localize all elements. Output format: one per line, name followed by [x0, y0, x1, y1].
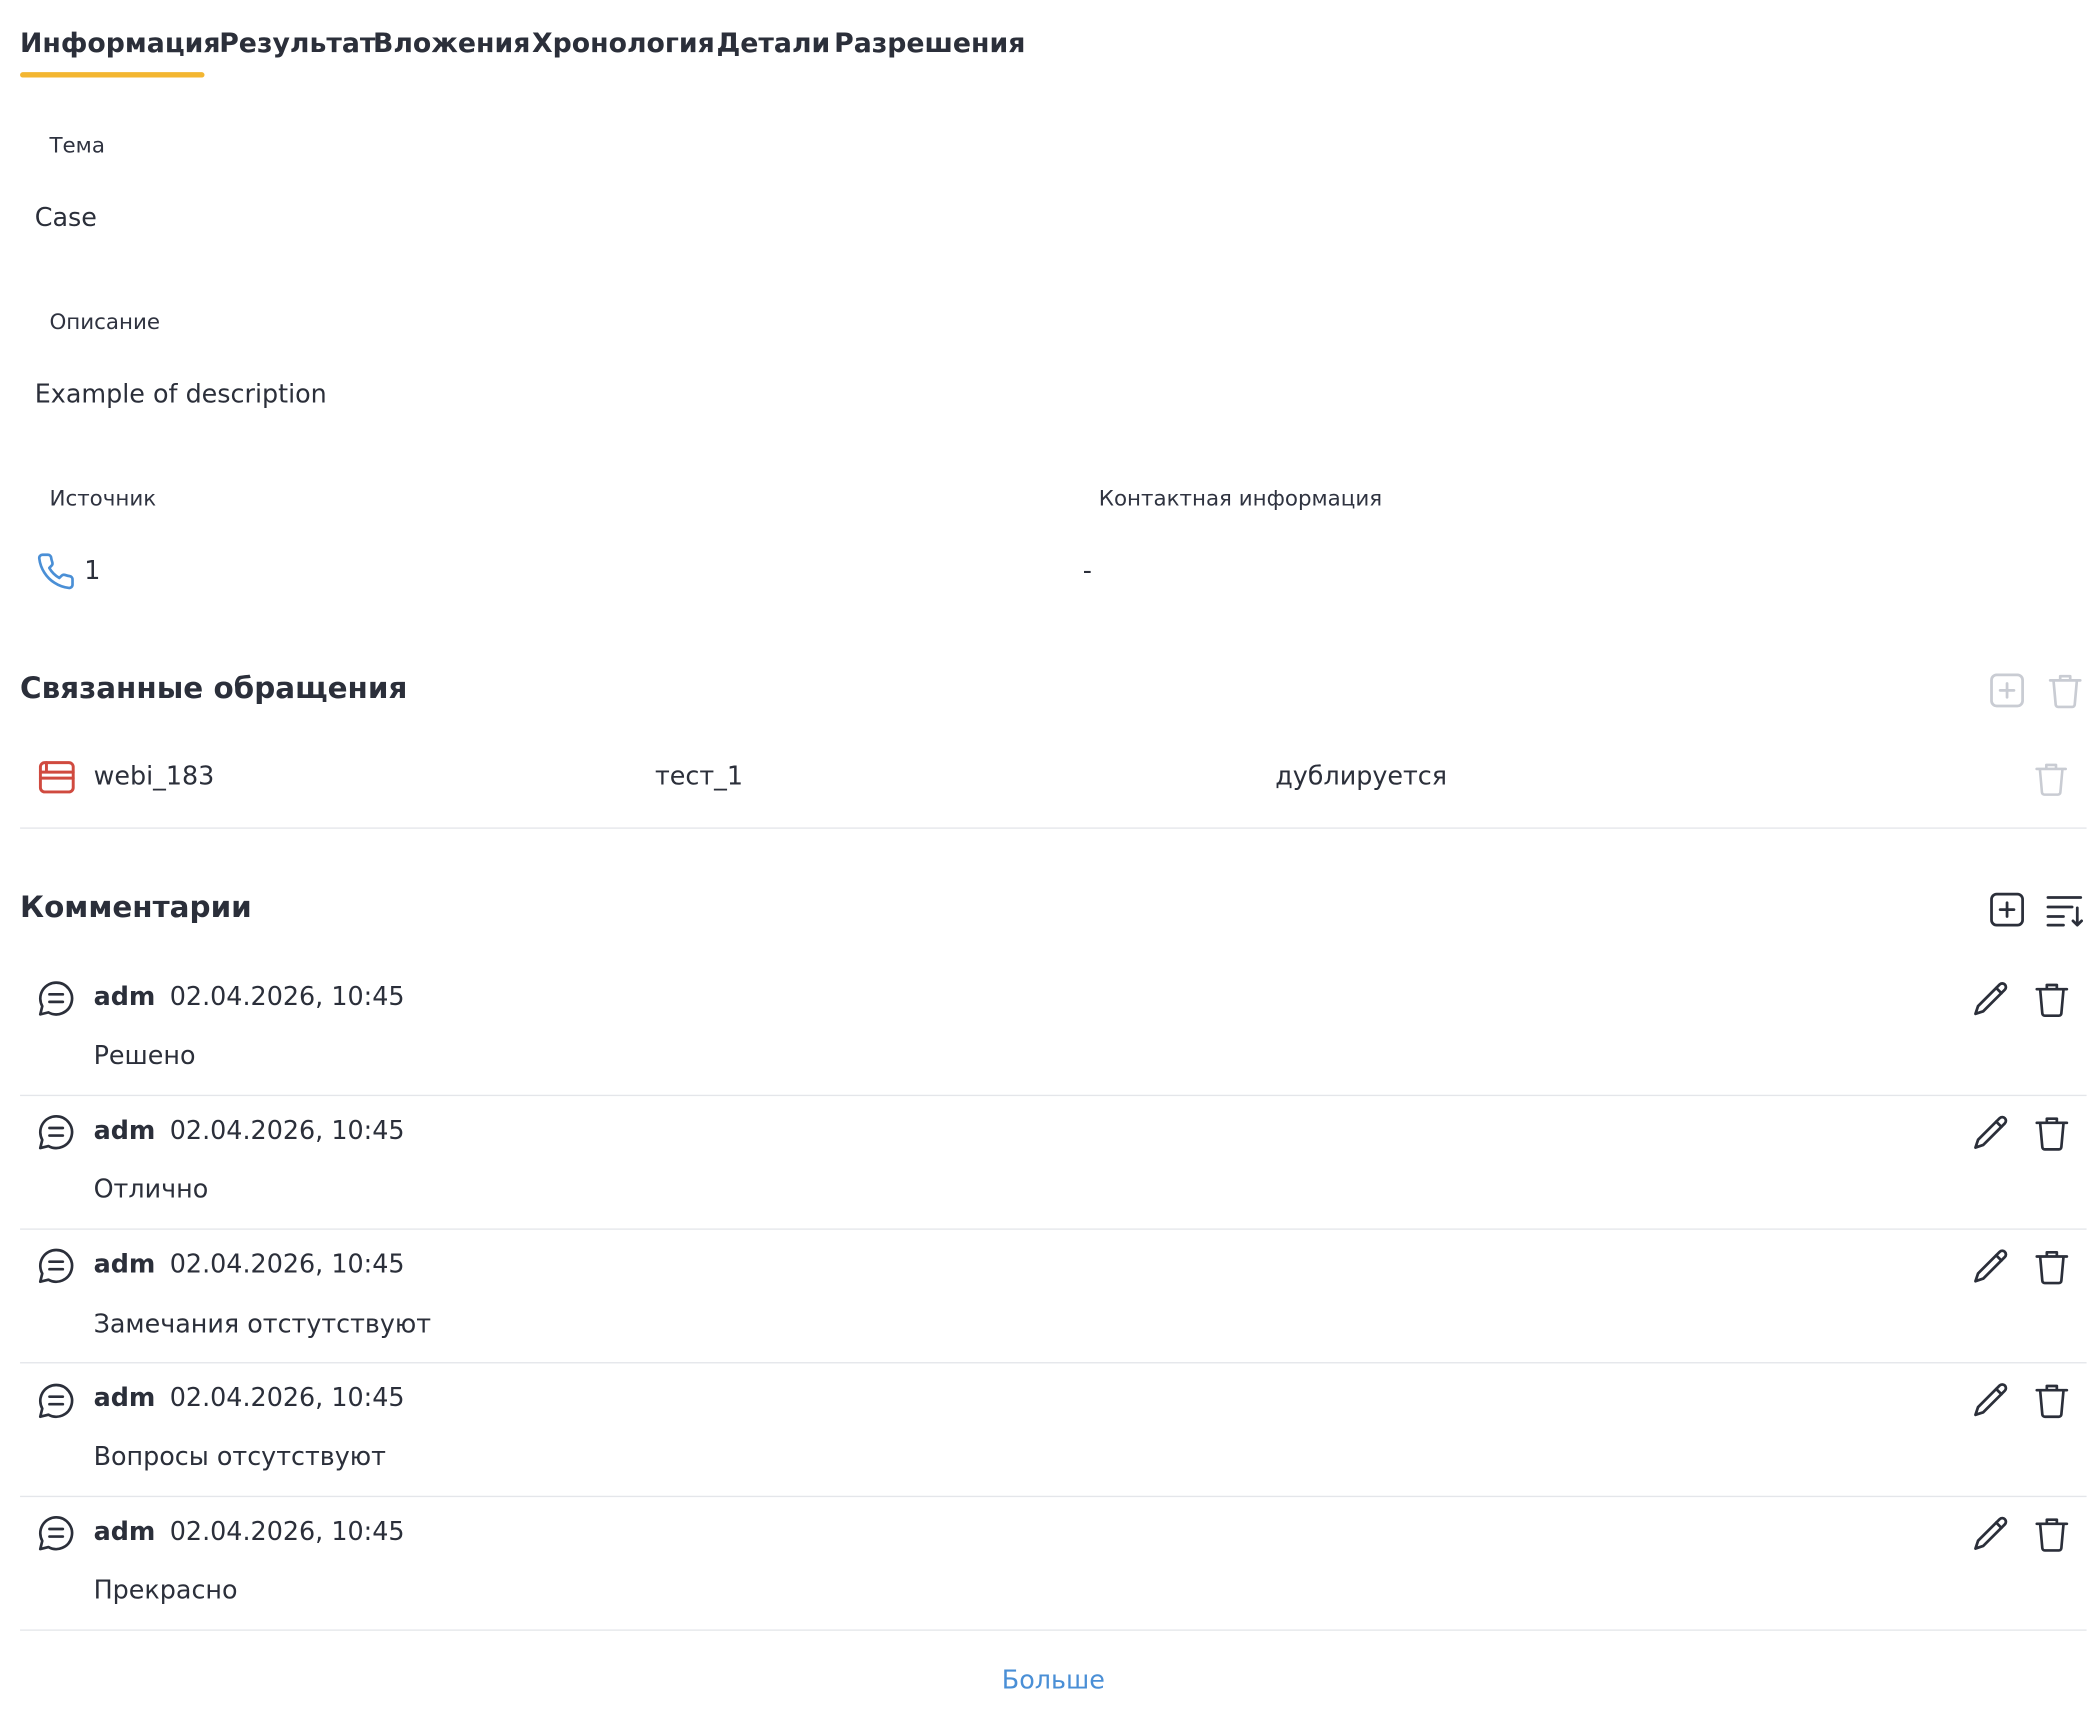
- comment-icon: [36, 1246, 76, 1286]
- phone-icon: [37, 552, 77, 592]
- description-label: Описание: [49, 308, 161, 335]
- delete-related-case-button[interactable]: [2032, 758, 2071, 799]
- related-case-name: тест_1: [654, 761, 744, 792]
- comment-icon: [36, 1381, 76, 1421]
- comment-time: 02.04.2026, 10:45: [169, 1249, 405, 1280]
- comment-time: 02.04.2026, 10:45: [169, 1517, 405, 1547]
- add-related-case-button[interactable]: [1986, 670, 2027, 711]
- edit-comment-button[interactable]: [1970, 1246, 2011, 1287]
- comment-text: Замечания отстутствуют: [93, 1309, 432, 1340]
- comment-time: 02.04.2026, 10:45: [169, 1383, 405, 1413]
- case-details-panel: Информация Результат Вложения Хронология…: [0, 0, 2096, 1720]
- related-cases-title: Связанные обращения: [20, 672, 408, 706]
- comment-icon: [36, 978, 76, 1018]
- delete-comment-button[interactable]: [2032, 1513, 2072, 1554]
- tab-permissions[interactable]: Разрешения: [834, 27, 1025, 59]
- divider: [20, 1362, 2087, 1364]
- comment-author: adm: [93, 1116, 156, 1146]
- edit-comment-button[interactable]: [1970, 1112, 2011, 1153]
- delete-related-cases-button[interactable]: [2045, 670, 2085, 711]
- comment-text: Решено: [93, 1041, 196, 1071]
- comment-author: adm: [93, 982, 156, 1012]
- divider: [20, 1228, 2087, 1230]
- comment-time: 02.04.2026, 10:45: [169, 982, 405, 1012]
- source-value: 1: [84, 556, 101, 586]
- comment-author: adm: [93, 1517, 156, 1547]
- comment-text: Прекрасно: [93, 1575, 238, 1606]
- related-case-id[interactable]: webi_183: [94, 762, 215, 791]
- edit-comment-button[interactable]: [1970, 978, 2011, 1019]
- more-comments-link[interactable]: Больше: [936, 1666, 1171, 1695]
- tab-details[interactable]: Детали: [716, 27, 830, 59]
- divider: [20, 1629, 2087, 1631]
- subject-value: Case: [34, 203, 97, 233]
- comment-author: adm: [93, 1249, 156, 1280]
- divider: [20, 1094, 2087, 1097]
- comment-author: adm: [93, 1383, 156, 1413]
- edit-comment-button[interactable]: [1970, 1379, 2011, 1420]
- delete-comment-button[interactable]: [2032, 1379, 2072, 1420]
- comments-title: Комментарии: [20, 891, 252, 925]
- divider: [20, 1495, 2087, 1498]
- related-case-relation: дублируется: [1275, 761, 1448, 792]
- contact-label: Контактная информация: [1098, 485, 1383, 511]
- tab-history[interactable]: Хронология: [532, 27, 715, 59]
- comment-time: 02.04.2026, 10:45: [169, 1116, 405, 1146]
- edit-comment-button[interactable]: [1970, 1513, 2011, 1554]
- contact-value: -: [1082, 556, 1092, 586]
- add-comment-button[interactable]: [1986, 889, 2027, 930]
- sort-comments-button[interactable]: [2044, 889, 2087, 930]
- active-tab-indicator: [20, 72, 205, 78]
- comment-text: Вопросы отсутствуют: [93, 1442, 386, 1472]
- divider: [20, 827, 2087, 829]
- case-folder-icon: [36, 757, 77, 798]
- tab-information[interactable]: Информация: [20, 27, 220, 59]
- comment-icon: [36, 1112, 76, 1152]
- source-label: Источник: [49, 485, 157, 511]
- delete-comment-button[interactable]: [2032, 978, 2072, 1019]
- tab-attachments[interactable]: Вложения: [373, 27, 530, 59]
- description-value: Example of description: [34, 379, 327, 410]
- comment-text: Отлично: [93, 1174, 209, 1205]
- delete-comment-button[interactable]: [2032, 1246, 2072, 1287]
- tab-result[interactable]: Результат: [219, 27, 375, 59]
- comment-icon: [36, 1513, 76, 1553]
- subject-label: Тема: [49, 132, 105, 158]
- delete-comment-button[interactable]: [2032, 1112, 2072, 1153]
